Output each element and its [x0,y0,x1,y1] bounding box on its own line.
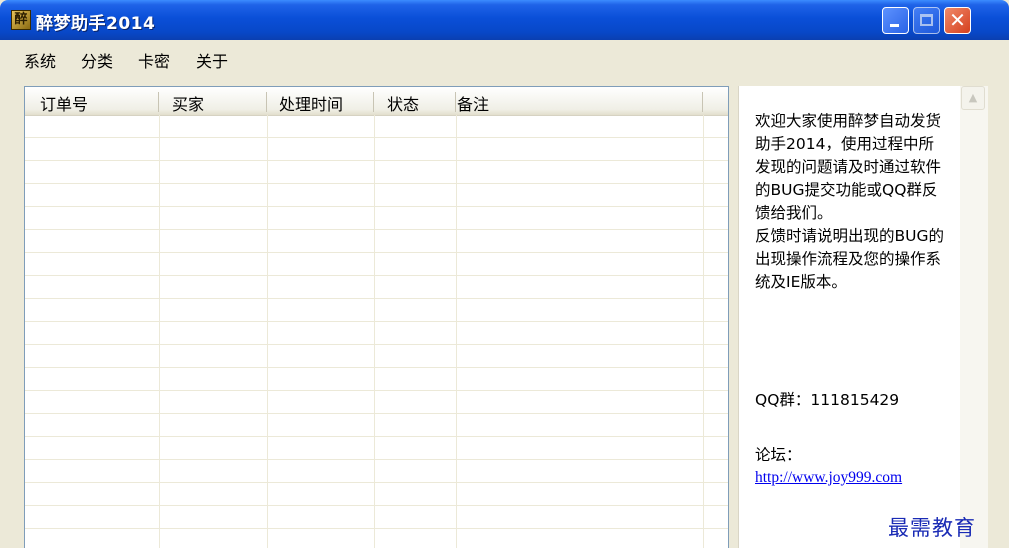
column-header-status[interactable]: 状态 [387,91,419,115]
grid-line [703,115,704,548]
column-header-remark[interactable]: 备注 [457,91,489,115]
watermark-text: 最需教育 [888,516,976,540]
column-divider[interactable] [158,92,159,112]
welcome-message: 欢迎大家使用醉梦自动发货助手2014，使用过程中所发现的问题请及时通过软件的BU… [755,112,944,291]
close-icon: ✕ [949,8,966,32]
menu-item-category[interactable]: 分类 [81,48,113,72]
arrow-up-icon: ▲ [968,91,978,104]
maximize-icon [920,14,933,26]
window-title: 醉梦助手2014 [36,14,156,34]
grid-line [267,115,268,548]
column-divider[interactable] [702,92,703,112]
forum-label: 论坛： [755,446,802,464]
grid-line [456,115,457,548]
close-button[interactable]: ✕ [944,7,971,34]
menu-item-card-key[interactable]: 卡密 [138,48,170,72]
column-header-process-time[interactable]: 处理时间 [279,91,343,115]
order-list-rows[interactable] [25,115,728,548]
order-list[interactable]: 订单号 买家 处理时间 状态 备注 [24,86,729,548]
forum-link[interactable]: http://www.joy999.com [755,469,902,487]
grid-line [159,115,160,548]
column-divider[interactable] [455,92,456,112]
minimize-button[interactable] [882,7,909,34]
scroll-up-button[interactable]: ▲ [961,86,985,110]
title-bar[interactable]: 醉 醉梦助手2014 ✕ [0,0,1009,40]
info-panel: 欢迎大家使用醉梦自动发货助手2014，使用过程中所发现的问题请及时通过软件的BU… [738,86,988,548]
maximize-button[interactable] [913,7,940,34]
menu-item-about[interactable]: 关于 [196,48,228,72]
column-divider[interactable] [266,92,267,112]
app-logo-icon: 醉 [11,10,31,30]
column-header-order-id[interactable]: 订单号 [40,91,88,115]
info-scrollbar[interactable]: ▲ [960,86,988,548]
column-header-buyer[interactable]: 买家 [172,91,204,115]
order-list-header: 订单号 买家 处理时间 状态 备注 [25,87,728,116]
menu-item-system[interactable]: 系统 [24,48,56,72]
column-divider[interactable] [373,92,374,112]
minimize-icon [890,24,899,27]
menu-bar: 系统 分类 卡密 关于 [0,40,1009,74]
grid-line [374,115,375,548]
qq-group: QQ群：111815429 [755,391,900,409]
